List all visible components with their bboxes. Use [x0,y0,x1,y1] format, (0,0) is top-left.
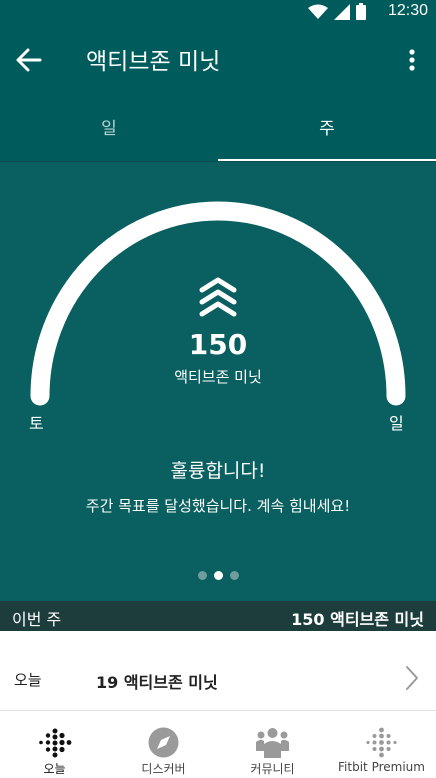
compass-icon [148,727,179,758]
bottom-nav: 오늘 디스커버 커뮤니티 Fitbit Premium [0,711,436,778]
page-indicator [198,571,239,580]
tab-bar: 일 주 [0,96,436,162]
tab-day-label: 일 [101,119,117,139]
app-bar: 액티브존 미닛 [0,24,436,96]
back-arrow-icon[interactable] [14,46,44,74]
community-icon [256,728,289,758]
more-vert-icon[interactable] [402,48,422,72]
wifi-icon [308,4,328,19]
weekly-minutes-label: 액티브존 미닛 [174,368,262,386]
nav-today[interactable]: 오늘 [0,711,109,778]
fitbit-dots-icon [39,728,72,758]
tab-week-label: 주 [319,119,335,139]
weekly-minutes-value: 150 [188,328,248,361]
page-dot-active[interactable] [214,571,223,580]
nav-community-label: 커뮤니티 [250,762,295,776]
tab-week[interactable]: 주 [218,96,436,162]
congrats-title: 훌륭합니다! [170,460,266,482]
gauge-end-label: 일 [389,414,404,433]
premium-dots-icon [366,727,397,758]
nav-premium-label: Fitbit Premium [338,760,425,774]
this-week-value: 150 액티브존 미닛 [291,610,424,629]
this-week-bar: 이번 주 150 액티브존 미닛 [0,601,436,631]
nav-discover-label: 디스커버 [141,762,186,776]
today-value: 19 액티브존 미닛 [96,673,218,692]
nav-today-label: 오늘 [43,762,66,776]
status-bar: 12:30 [0,0,436,24]
this-week-label: 이번 주 [12,610,62,629]
status-icons [308,3,366,20]
tab-day[interactable]: 일 [0,96,218,162]
nav-community[interactable]: 커뮤니티 [218,711,327,778]
nav-premium[interactable]: Fitbit Premium [327,711,436,778]
status-time: 12:30 [387,2,428,19]
page-dot[interactable] [198,571,207,580]
today-label: 오늘 [14,671,42,689]
battery-icon [356,3,366,20]
active-zone-chevrons-icon [199,277,237,317]
congrats-message: 주간 목표를 달성했습니다. 계속 힘내세요! [85,497,351,515]
gauge-start-label: 토 [29,414,44,433]
page-title: 액티브존 미닛 [86,49,221,75]
nav-discover[interactable]: 디스커버 [109,711,218,778]
chevron-right-icon [406,666,418,690]
page-dot[interactable] [230,571,239,580]
signal-icon [334,3,350,20]
weekly-summary-card[interactable]: 150 액티브존 미닛 토 일 훌륭합니다! 주간 목표를 달성했습니다. 계속… [0,162,436,601]
today-row[interactable]: 오늘 19 액티브존 미닛 [0,631,436,711]
